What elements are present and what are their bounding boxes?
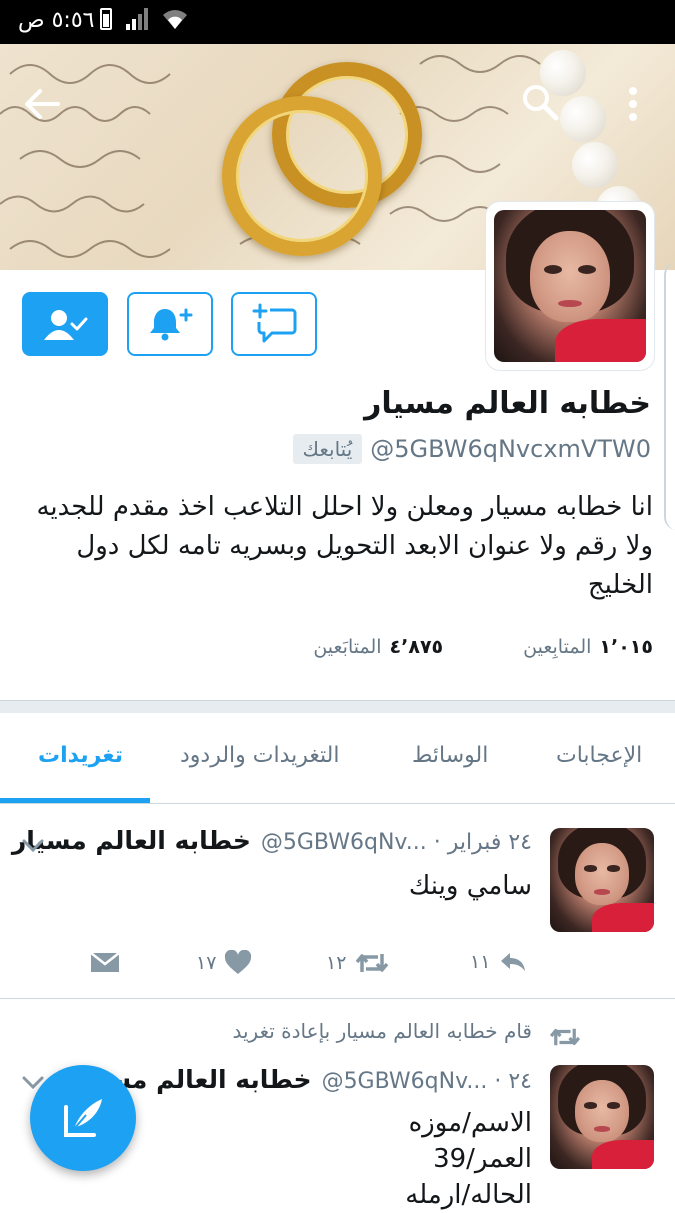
retweet-icon: [356, 954, 389, 972]
reply-count: ١١: [470, 951, 491, 973]
wifi-icon: [163, 10, 187, 29]
tab-media[interactable]: الوسائط: [412, 743, 488, 768]
follows-you-badge: يُتابعك: [292, 434, 363, 464]
message-add-icon: [252, 303, 297, 343]
direct-message-button[interactable]: [231, 292, 317, 356]
tweet-actions: ١١ ١٢ ١٧: [0, 950, 675, 986]
direct-message-action[interactable]: [90, 950, 120, 974]
tweet-item[interactable]: خطابه العالم مسيار @5GBW6qNv... · ٢٤ فبر…: [0, 804, 675, 999]
search-icon[interactable]: [518, 80, 562, 124]
pearl: [560, 96, 606, 142]
tweet-author-name: خطابه العالم مسيار: [11, 826, 251, 855]
retweet-indicator-icon: [549, 1028, 581, 1046]
tweet-text: سامي وينك: [408, 871, 532, 901]
tab-tweets[interactable]: تغريدات: [38, 743, 123, 768]
followers-label: المتابَعين: [313, 636, 382, 658]
chevron-down-icon[interactable]: [22, 838, 44, 854]
section-divider: [0, 700, 675, 713]
reply-action[interactable]: ١١: [470, 950, 528, 974]
retweet-count: ١٢: [326, 952, 347, 974]
tweet-avatar[interactable]: [550, 1065, 654, 1169]
handle-row: @5GBW6qNvcxmVTW0 يُتابعك: [292, 434, 651, 464]
compose-tweet-button[interactable]: [30, 1065, 136, 1171]
profile-tabs: تغريدات التغريدات والردود الوسائط الإعجا…: [0, 713, 675, 804]
tweet-text-line: الحاله/ارمله: [405, 1180, 532, 1210]
following-stat[interactable]: ١٬٠١٥ المتابِعين: [523, 636, 653, 658]
status-time: ٥:٥٦ ص: [18, 8, 95, 33]
like-action[interactable]: ١٧: [196, 950, 252, 976]
bell-add-icon: [150, 308, 193, 341]
pearl: [572, 142, 618, 188]
tweet-meta: @5GBW6qNv... · ٢٤: [321, 1069, 532, 1094]
tweet-text-line: الاسم/موزه: [408, 1108, 532, 1138]
retweet-action[interactable]: ١٢: [326, 950, 390, 976]
heart-icon: [225, 950, 252, 974]
profile-avatar[interactable]: [486, 202, 654, 370]
avatar-photo: [494, 210, 646, 362]
tweet-header: خطابه العالم مسيار @5GBW6qNv... · ٢٤: [73, 1065, 533, 1094]
active-tab-indicator: [0, 798, 150, 803]
tweet-meta: @5GBW6qNv... · ٢٤ فبراير: [260, 830, 532, 855]
status-icons: [100, 8, 188, 30]
reply-icon: [501, 953, 526, 971]
profile-stats: ٤٬٨٧٥ المتابَعين ١٬٠١٥ المتابِعين: [313, 636, 653, 658]
followers-stat[interactable]: ٤٬٨٧٥ المتابَعين: [313, 636, 443, 658]
tweet-text: الاسم/موزه العمر/39 الحاله/ارمله: [405, 1105, 532, 1213]
profile-handle: @5GBW6qNvcxmVTW0: [370, 435, 651, 463]
status-bar: ٥:٥٦ ص: [0, 0, 675, 44]
signal-icon: [126, 8, 148, 30]
like-count: ١٧: [196, 952, 217, 974]
tweet-text-line: العمر/39: [433, 1144, 532, 1174]
following-label: المتابِعين: [523, 636, 592, 658]
tweet-header: خطابه العالم مسيار @5GBW6qNv... · ٢٤ فبر…: [12, 826, 532, 855]
tab-tweets-replies[interactable]: التغريدات والردود: [180, 743, 340, 768]
profile-name: خطابه العالم مسيار: [364, 386, 651, 421]
gold-ring-front: [222, 96, 382, 256]
followers-count: ٤٬٨٧٥: [389, 636, 444, 658]
tweet-avatar[interactable]: [550, 828, 654, 932]
profile-bio: انا خطابه مسيار ومعلن ولا احلل التلاعب ا…: [36, 492, 653, 600]
following-button[interactable]: [22, 292, 108, 356]
compose-quill-icon: [64, 1099, 102, 1137]
battery-icon: [100, 8, 112, 30]
more-options-icon[interactable]: [618, 80, 648, 128]
scroll-edge: [664, 262, 675, 530]
following-count: ١٬٠١٥: [599, 636, 653, 658]
tab-likes[interactable]: الإعجابات: [556, 743, 642, 768]
retweeted-by-label: قام خطابه العالم مسيار بإعادة تغريد: [232, 1019, 532, 1043]
user-check-icon: [44, 310, 88, 340]
envelope-icon: [90, 952, 120, 972]
notifications-button[interactable]: [127, 292, 213, 356]
back-arrow-icon[interactable]: [18, 80, 66, 128]
